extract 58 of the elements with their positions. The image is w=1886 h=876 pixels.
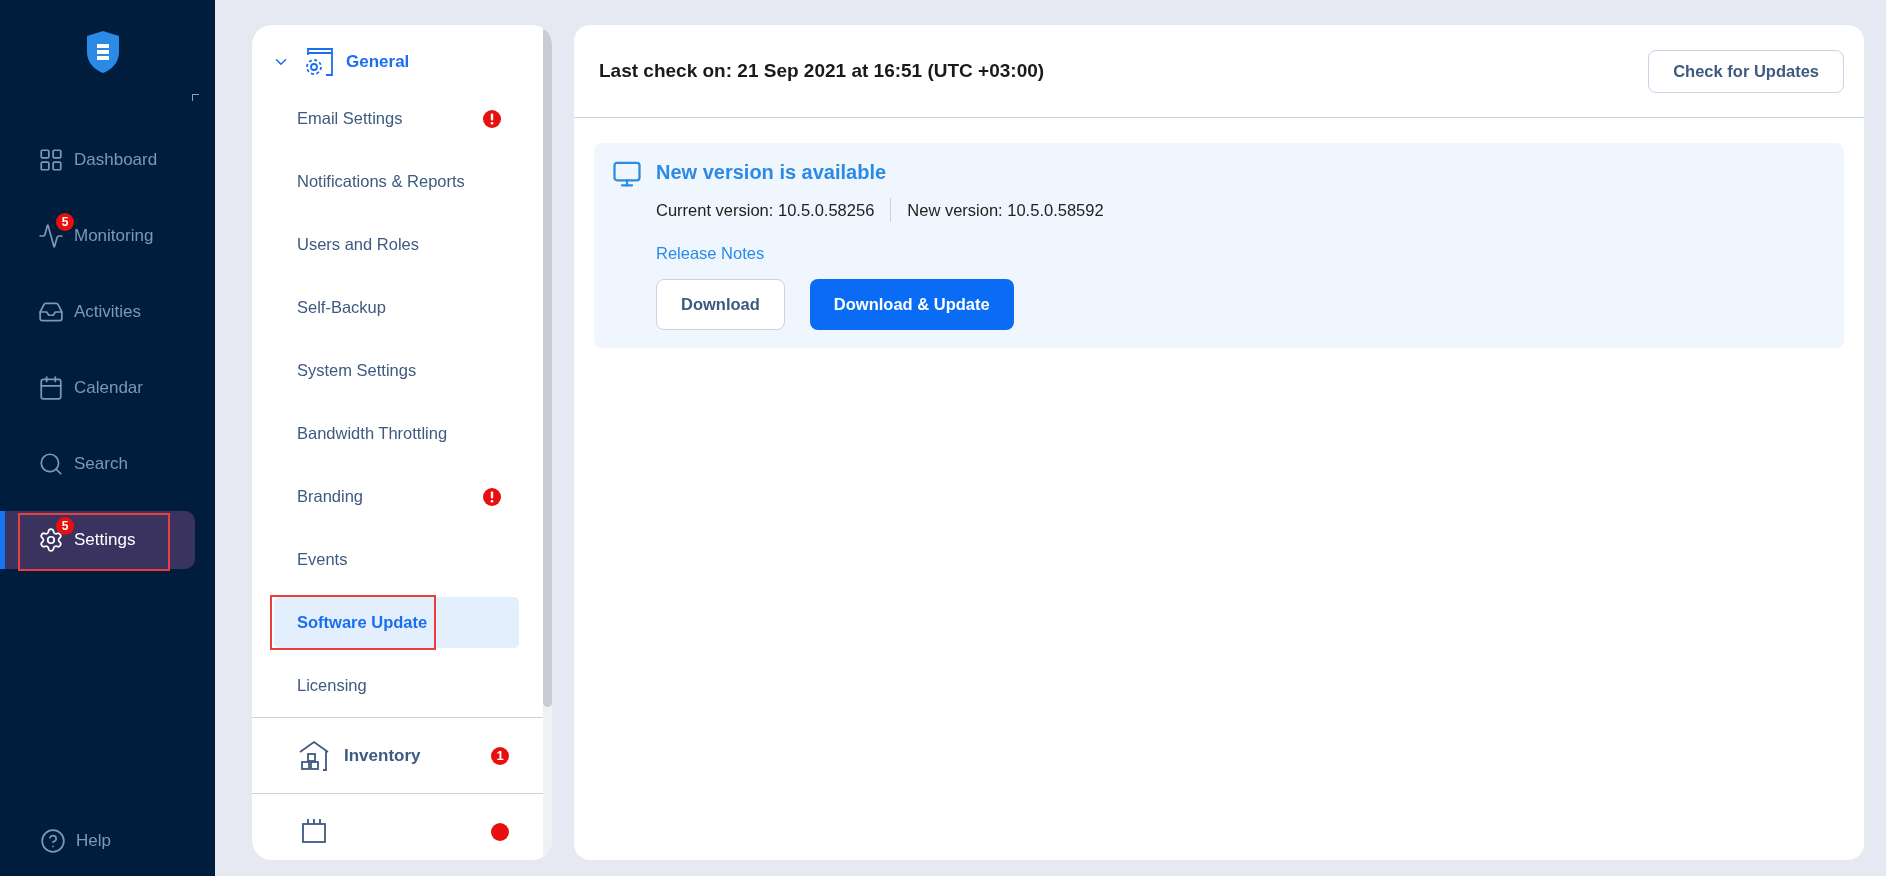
nav-label: Calendar (74, 378, 143, 398)
nav-item[interactable]: Calendar (0, 359, 195, 417)
help-icon (40, 828, 66, 854)
nav-label: Settings (74, 530, 136, 550)
chart-line-icon (38, 223, 64, 249)
menu-item[interactable]: Bandwidth Throttling (274, 408, 519, 459)
count-badge: 5 (56, 213, 74, 231)
monitor-icon (612, 159, 642, 189)
notice-title: New version is available (656, 161, 888, 184)
count-badge: 5 (56, 517, 74, 535)
nav-label: Monitoring (74, 226, 154, 246)
menu-item-label: System Settings (297, 361, 417, 380)
section-header[interactable]: Inventory 1 (252, 717, 543, 793)
menu-item-label: Self-Backup (297, 298, 386, 317)
menu-item[interactable]: System Settings (274, 345, 519, 396)
menu-item-label: Licensing (297, 676, 367, 695)
menu-item-label: Notifications & Reports (297, 172, 465, 191)
download-update-button[interactable]: Download & Update (809, 279, 1014, 330)
menu-item-label: Users and Roles (297, 235, 419, 254)
search-icon (38, 451, 64, 477)
grid-icon (38, 147, 64, 173)
nav-item[interactable]: Search (0, 435, 195, 493)
inbox-icon (38, 299, 64, 325)
nav-label: Activities (74, 302, 142, 322)
house-boxes-icon (298, 739, 330, 772)
section-title: Inventory (344, 745, 421, 766)
nav-item[interactable]: Dashboard (0, 131, 195, 189)
menu-item-label: Bandwidth Throttling (297, 424, 448, 443)
collapse-corner-icon[interactable] (192, 94, 199, 101)
new-version: New version: 10.5.0.58592 (907, 200, 1104, 220)
download-button[interactable]: Download (656, 279, 785, 330)
settings-icon (38, 527, 64, 553)
menu-item-label: Events (297, 550, 348, 569)
nav-item[interactable]: 5 Settings (0, 511, 195, 569)
check-updates-button[interactable]: Check for Updates (1648, 49, 1844, 93)
count-badge: 1 (491, 746, 509, 765)
calendar-icon (38, 375, 64, 401)
menu-item[interactable]: Self-Backup (274, 282, 519, 333)
menu-item[interactable]: Branding (274, 471, 519, 522)
help-link[interactable]: Help (0, 828, 215, 876)
last-check-title: Last check on: 21 Sep 2021 at 16:51 (UTC +03:00) (599, 60, 1045, 82)
menu-item[interactable]: Email Settings (274, 93, 519, 144)
section-title: General (346, 52, 410, 72)
menu-item-label: Branding (297, 487, 364, 506)
menu-item[interactable]: Users and Roles (274, 219, 519, 270)
nav-item[interactable]: 5 Monitoring (0, 207, 195, 265)
menu-item-label: Email Settings (297, 109, 403, 128)
alert-dot (491, 822, 509, 841)
nav-label: Dashboard (74, 150, 158, 170)
shield-logo (84, 30, 121, 74)
section-header[interactable]: General (252, 25, 543, 87)
nav-label: Search (74, 454, 128, 474)
menu-item[interactable]: Events (274, 534, 519, 585)
menu-item-label: Software Update (297, 613, 428, 632)
menu-item[interactable]: Licensing (274, 660, 519, 711)
nav-item[interactable]: Activities (0, 283, 195, 341)
menu-item[interactable]: Notifications & Reports (274, 156, 519, 207)
current-version: Current version: 10.5.0.58256 (656, 200, 875, 220)
